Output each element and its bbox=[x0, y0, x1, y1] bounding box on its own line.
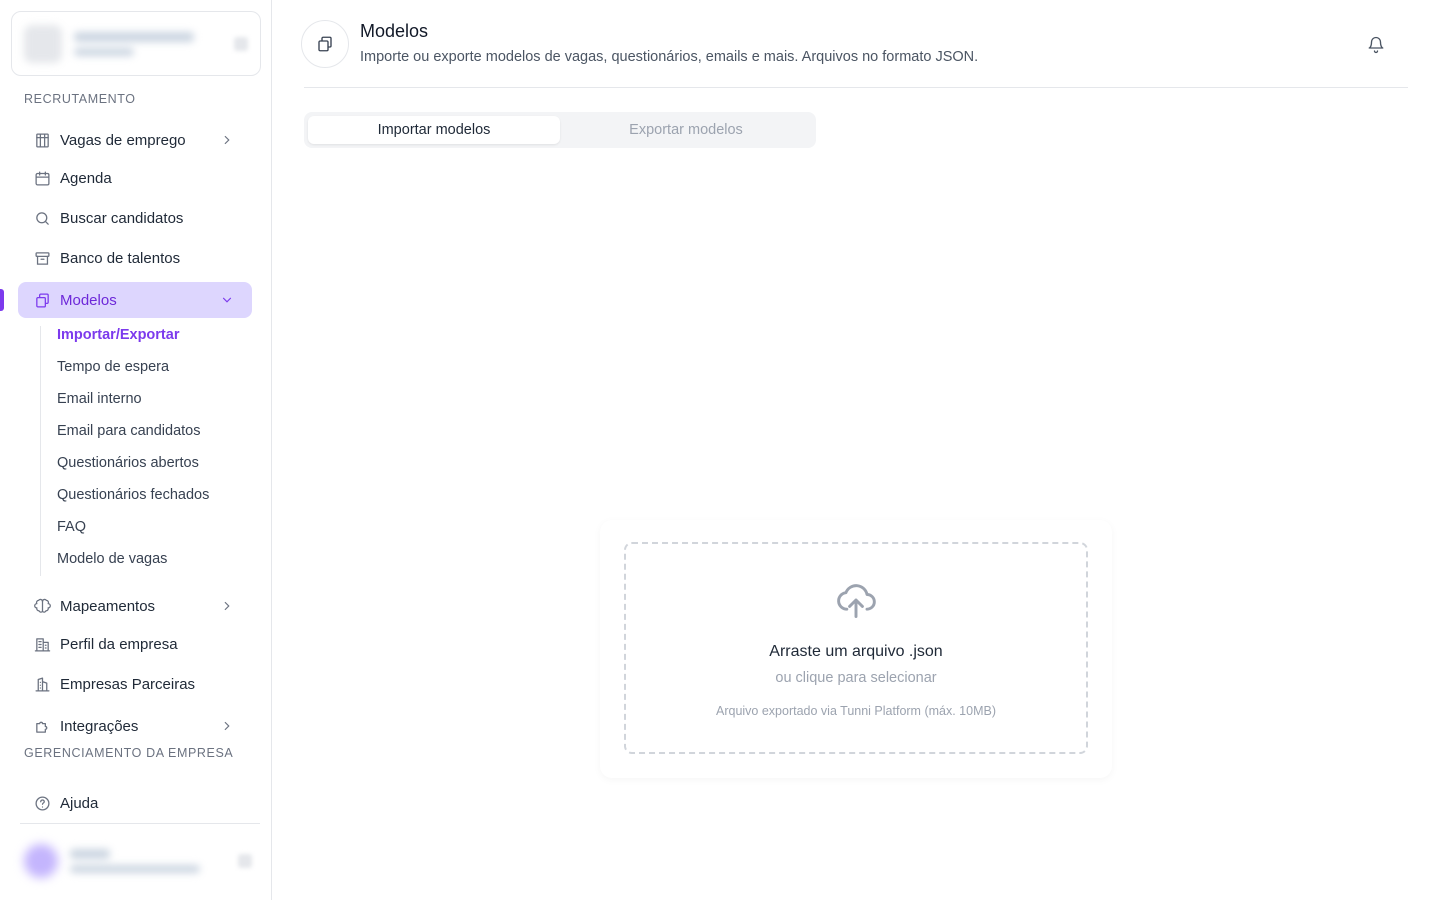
workspace-switcher[interactable] bbox=[11, 11, 261, 76]
copy-icon bbox=[33, 291, 51, 309]
submenu-item-questionarios-abertos[interactable]: Questionários abertos bbox=[57, 455, 199, 471]
brain-icon bbox=[33, 597, 51, 615]
workspace-name-blurred bbox=[74, 31, 222, 56]
dropzone-hint: Arquivo exportado via Tunni Platform (má… bbox=[716, 704, 996, 718]
submenu-item-tempo-espera[interactable]: Tempo de espera bbox=[57, 359, 169, 375]
notifications-button[interactable] bbox=[1365, 34, 1387, 56]
chevron-down-icon bbox=[222, 297, 232, 303]
sidebar-item-label: Integrações bbox=[60, 717, 139, 735]
search-icon bbox=[33, 209, 51, 227]
sidebar-divider bbox=[20, 823, 260, 824]
buildings-icon bbox=[33, 675, 51, 693]
active-indicator bbox=[0, 289, 4, 311]
chevron-right-icon bbox=[224, 135, 230, 145]
sidebar-item-integracoes[interactable]: Integrações bbox=[18, 708, 252, 744]
sidebar-item-agenda[interactable]: Agenda bbox=[18, 160, 252, 196]
page-title: Modelos bbox=[360, 21, 429, 41]
sidebar-item-label: Modelos bbox=[60, 291, 117, 309]
submenu-item-modelo-vagas[interactable]: Modelo de vagas bbox=[57, 551, 167, 567]
sidebar-item-label: Agenda bbox=[60, 169, 112, 187]
sidebar-item-label: Vagas de emprego bbox=[60, 131, 186, 149]
chevron-right-icon bbox=[224, 721, 230, 731]
user-info-blurred bbox=[70, 849, 226, 873]
dropzone-subtitle: ou clique para selecionar bbox=[775, 670, 937, 686]
sidebar-item-label: Empresas Parceiras bbox=[60, 675, 196, 693]
cloud-upload-icon bbox=[837, 584, 876, 618]
header-divider bbox=[304, 87, 1408, 88]
help-circle-icon bbox=[33, 794, 51, 812]
submenu-guide-line bbox=[40, 326, 41, 576]
chevron-updown-icon bbox=[238, 854, 252, 868]
puzzle-icon bbox=[33, 717, 51, 735]
workspace-logo bbox=[24, 24, 62, 63]
page-icon bbox=[301, 20, 349, 68]
tabs: Importar modelos Exportar modelos bbox=[304, 112, 816, 148]
building-icon bbox=[33, 131, 51, 149]
submenu-item-email-candidatos[interactable]: Email para candidatos bbox=[57, 423, 200, 439]
submenu-item-faq[interactable]: FAQ bbox=[57, 519, 86, 535]
submenu-item-questionarios-fechados[interactable]: Questionários fechados bbox=[57, 487, 209, 503]
sidebar: RECRUTAMENTO Vagas de emprego Agenda Bus… bbox=[0, 0, 272, 900]
page-subtitle: Importe ou exporte modelos de vagas, que… bbox=[360, 49, 979, 65]
submenu-item-email-interno[interactable]: Email interno bbox=[57, 391, 142, 407]
sidebar-item-ajuda[interactable]: Ajuda bbox=[18, 785, 252, 821]
sidebar-item-parceiras[interactable]: Empresas Parceiras bbox=[18, 666, 252, 702]
sidebar-item-mapeamentos[interactable]: Mapeamentos bbox=[18, 588, 252, 624]
sidebar-item-vagas[interactable]: Vagas de emprego bbox=[18, 122, 252, 158]
sidebar-item-buscar[interactable]: Buscar candidatos bbox=[18, 200, 252, 236]
tab-export[interactable]: Exportar modelos bbox=[560, 116, 812, 144]
dropzone-title: Arraste um arquivo .json bbox=[769, 643, 943, 660]
avatar bbox=[24, 844, 58, 878]
section-label-recruitment: RECRUTAMENTO bbox=[24, 92, 136, 106]
sidebar-item-modelos[interactable]: Modelos bbox=[18, 282, 252, 318]
archive-icon bbox=[33, 249, 51, 267]
tab-import[interactable]: Importar modelos bbox=[308, 116, 560, 144]
sidebar-item-label: Ajuda bbox=[60, 794, 99, 812]
copy-icon bbox=[318, 36, 332, 52]
sidebar-item-label: Mapeamentos bbox=[60, 597, 156, 615]
user-menu[interactable] bbox=[18, 838, 258, 884]
bell-icon bbox=[1368, 36, 1384, 54]
chevron-right-icon bbox=[224, 601, 230, 611]
chevron-updown-icon bbox=[234, 36, 248, 51]
submenu-item-importar-exportar[interactable]: Importar/Exportar bbox=[57, 327, 179, 343]
sidebar-item-label: Perfil da empresa bbox=[60, 635, 178, 653]
sidebar-item-label: Banco de talentos bbox=[60, 249, 181, 267]
sidebar-item-label: Buscar candidatos bbox=[60, 209, 184, 227]
office-building-icon bbox=[33, 635, 51, 653]
sidebar-item-perfil[interactable]: Perfil da empresa bbox=[18, 626, 252, 662]
sidebar-item-banco[interactable]: Banco de talentos bbox=[18, 240, 252, 276]
section-label-management: GERENCIAMENTO DA EMPRESA bbox=[24, 746, 234, 760]
calendar-icon bbox=[33, 169, 51, 187]
